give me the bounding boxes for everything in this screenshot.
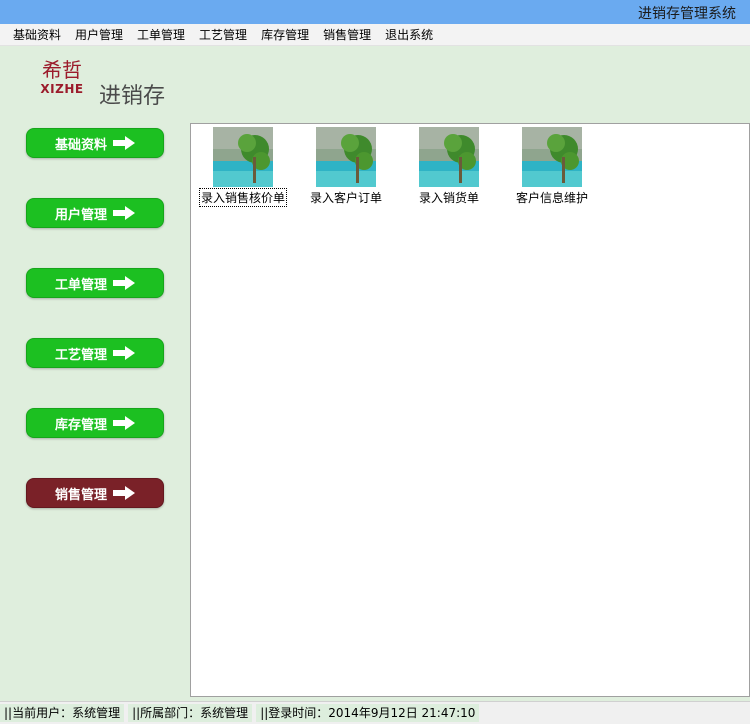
menu-item-inventory-mgmt[interactable]: 库存管理 — [254, 24, 316, 46]
landscape-thumbnail-icon — [419, 127, 479, 187]
nav-button-basic-data[interactable]: 基础资料 — [26, 128, 164, 158]
nav-button-label: 库存管理 — [54, 417, 107, 433]
menu-item-sales-mgmt[interactable]: 销售管理 — [316, 24, 378, 46]
menu-item-work-order-mgmt[interactable]: 工单管理 — [130, 24, 192, 46]
window-title: 进销存管理系统 — [638, 6, 736, 22]
nav-button-label: 基础资料 — [54, 137, 107, 153]
tile-label: 录入销货单 — [418, 191, 479, 205]
landscape-thumbnail-icon — [316, 127, 376, 187]
app-name: 进销存 — [99, 84, 166, 109]
nav-button-label: 用户管理 — [54, 207, 107, 223]
landscape-thumbnail-icon — [522, 127, 582, 187]
landscape-thumbnail-icon — [213, 127, 273, 187]
status-department: ||所属部门：系统管理 — [128, 704, 253, 722]
nav-button-process-mgmt[interactable]: 工艺管理 — [26, 338, 164, 368]
tile-customer-order-entry[interactable]: 录入客户订单 — [301, 127, 391, 206]
status-bar: ||当前用户：系统管理 ||所属部门：系统管理 ||登录时间：2014年9月12… — [0, 701, 750, 724]
nav-button-inventory-mgmt[interactable]: 库存管理 — [26, 408, 164, 438]
content-panel: 录入销售核价单 录入客户订单 录入销货单 客户信息维护 — [190, 123, 750, 697]
tile-sales-price-entry[interactable]: 录入销售核价单 — [198, 127, 288, 207]
nav-button-label: 工单管理 — [54, 277, 107, 293]
nav-button-user-mgmt[interactable]: 用户管理 — [26, 198, 164, 228]
arrow-right-icon — [113, 416, 135, 430]
arrow-right-icon — [113, 486, 135, 500]
arrow-right-icon — [113, 206, 135, 220]
title-bar: 进销存管理系统 — [0, 0, 750, 24]
arrow-right-icon — [113, 346, 135, 360]
status-current-user: ||当前用户：系统管理 — [0, 704, 125, 722]
tile-label: 客户信息维护 — [515, 191, 588, 205]
menu-item-exit[interactable]: 退出系统 — [378, 24, 440, 46]
tile-label: 录入客户订单 — [309, 191, 382, 205]
tile-sales-delivery-entry[interactable]: 录入销货单 — [404, 127, 494, 206]
tile-label: 录入销售核价单 — [198, 188, 288, 207]
status-login-time: ||登录时间：2014年9月12日 21:47:10 — [256, 704, 480, 722]
menu-item-user-mgmt[interactable]: 用户管理 — [68, 24, 130, 46]
logo-chinese-text: 希哲 — [42, 58, 82, 82]
logo-english-text: XIZHE — [40, 82, 84, 96]
menu-bar: 基础资料 用户管理 工单管理 工艺管理 库存管理 销售管理 退出系统 — [0, 24, 750, 46]
menu-item-basic-data[interactable]: 基础资料 — [6, 24, 68, 46]
arrow-right-icon — [113, 136, 135, 150]
nav-button-label: 销售管理 — [54, 487, 107, 503]
menu-item-process-mgmt[interactable]: 工艺管理 — [192, 24, 254, 46]
tile-customer-info[interactable]: 客户信息维护 — [507, 127, 597, 206]
nav-button-sales-mgmt[interactable]: 销售管理 — [26, 478, 164, 508]
company-logo: 希哲 XIZHE — [36, 58, 88, 96]
nav-button-work-order-mgmt[interactable]: 工单管理 — [26, 268, 164, 298]
nav-button-label: 工艺管理 — [54, 347, 107, 363]
arrow-right-icon — [113, 276, 135, 290]
